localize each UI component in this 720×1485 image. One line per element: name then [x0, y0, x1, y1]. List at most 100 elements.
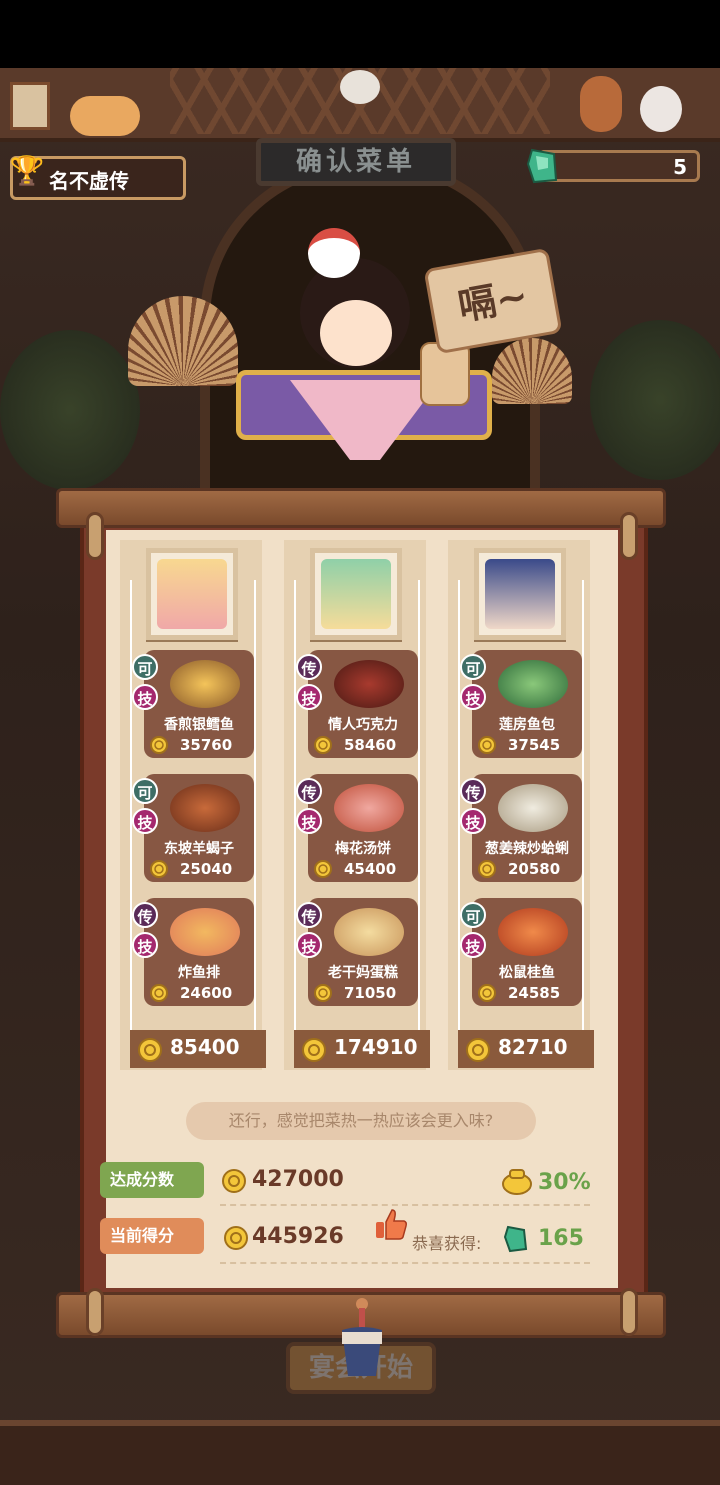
coin-icon	[478, 860, 496, 878]
dish-price: 25040	[180, 860, 233, 878]
chef-face	[320, 300, 392, 366]
column-total: 174910	[294, 1030, 430, 1068]
skill-badge: 技	[296, 808, 322, 834]
coin-icon	[314, 736, 332, 754]
rarity-badge: 传	[132, 902, 158, 928]
rarity-badge: 可	[460, 654, 486, 680]
dish-image	[498, 908, 568, 956]
hen-hat-icon	[308, 228, 360, 278]
gem-counter: 5	[538, 150, 700, 182]
rarity-badge: 可	[460, 902, 486, 928]
dish-card[interactable]: 情人巧克力 58460	[308, 650, 418, 758]
chef-column-2: 情人巧克力 58460 传 技 梅花汤饼 45400 传 技 老干妈蛋糕 710…	[284, 540, 430, 1070]
target-score-label: 达成分数	[100, 1162, 204, 1198]
scroll-knob	[620, 1288, 638, 1336]
target-score-value: 427000	[252, 1167, 344, 1192]
column-total: 82710	[458, 1030, 594, 1068]
coin-icon	[138, 1038, 162, 1062]
chef-column-3: 莲房鱼包 37545 可 技 葱姜辣炒蛤蜊 20580 传 技 松鼠桂鱼 245…	[448, 540, 594, 1070]
chef-column-1: 香煎银鳕鱼 35760 可 技 东坡羊蝎子 25040 可 技 炸鱼排 2460…	[120, 540, 266, 1070]
dish-name: 葱姜辣炒蛤蜊	[485, 841, 569, 857]
divider	[220, 1262, 590, 1265]
chef-avatar-icon	[157, 559, 227, 629]
jade-gem-icon	[526, 148, 558, 184]
dish-name: 香煎银鳕鱼	[164, 717, 234, 733]
column-total-value: 85400	[170, 1035, 240, 1059]
dish-price: 20580	[508, 860, 561, 878]
scroll-knob	[86, 512, 104, 560]
dish-price: 35760	[180, 736, 233, 754]
rarity-badge: 传	[296, 778, 322, 804]
chef-avatar-icon	[485, 559, 555, 629]
dish-name: 老干妈蛋糕	[328, 965, 398, 981]
current-score-value: 445926	[252, 1224, 344, 1249]
scroll-top-rod	[56, 488, 666, 528]
coin-icon	[466, 1038, 490, 1062]
dish-price: 58460	[344, 736, 397, 754]
chef-portrait[interactable]	[310, 548, 402, 640]
girl-mascot-icon	[580, 76, 622, 132]
dish-card[interactable]: 莲房鱼包 37545	[472, 650, 582, 758]
skill-badge: 技	[132, 932, 158, 958]
skill-badge: 技	[132, 684, 158, 710]
coin-icon	[150, 860, 168, 878]
dish-name: 松鼠桂鱼	[499, 965, 555, 981]
dish-card[interactable]: 香煎银鳕鱼 35760	[144, 650, 254, 758]
dish-price: 24585	[508, 984, 561, 1002]
dish-image	[498, 660, 568, 708]
skill-badge: 技	[132, 808, 158, 834]
gem-count: 5	[673, 155, 687, 179]
current-score-label: 当前得分	[100, 1218, 204, 1254]
dish-card[interactable]: 东坡羊蝎子 25040	[144, 774, 254, 882]
dish-card[interactable]: 葱姜辣炒蛤蜊 20580	[472, 774, 582, 882]
dish-image	[334, 660, 404, 708]
dish-image	[334, 784, 404, 832]
divider	[220, 1204, 590, 1207]
coin-icon	[314, 860, 332, 878]
skill-badge: 技	[460, 932, 486, 958]
title-badge[interactable]: 🏆 名不虚传	[10, 154, 186, 200]
dish-price: 24600	[180, 984, 233, 1002]
rarity-badge: 可	[132, 778, 158, 804]
chef-avatar-icon	[321, 559, 391, 629]
coin-icon	[302, 1038, 326, 1062]
scroll-knob	[86, 1288, 104, 1336]
rarity-badge: 传	[296, 654, 322, 680]
coin-icon	[478, 736, 496, 754]
coin-icon	[222, 1169, 246, 1193]
dish-price: 71050	[344, 984, 397, 1002]
coin-icon	[150, 984, 168, 1002]
plant-left	[0, 330, 140, 490]
column-total-value: 82710	[498, 1035, 568, 1059]
skill-badge: 技	[296, 684, 322, 710]
skill-badge: 技	[460, 808, 486, 834]
chef-portrait[interactable]	[474, 548, 566, 640]
dish-card[interactable]: 梅花汤饼 45400	[308, 774, 418, 882]
rarity-badge: 传	[460, 778, 486, 804]
tassel-ornament-icon	[342, 1298, 382, 1376]
chef-portrait[interactable]	[146, 548, 238, 640]
trophy-icon: 🏆	[9, 154, 45, 187]
dish-card[interactable]: 松鼠桂鱼 24585	[472, 898, 582, 1006]
rarity-badge: 传	[296, 902, 322, 928]
dish-name: 东坡羊蝎子	[164, 841, 234, 857]
skill-badge: 技	[460, 684, 486, 710]
dish-image	[170, 908, 240, 956]
plant-right	[590, 320, 720, 480]
thumbs-up-icon	[376, 1209, 407, 1240]
reward-label: 恭喜获得:	[412, 1234, 482, 1253]
column-total-value: 174910	[334, 1035, 418, 1059]
title-badge-label: 名不虚传	[49, 169, 129, 193]
dish-image	[170, 660, 240, 708]
dish-card[interactable]: 老干妈蛋糕 71050	[308, 898, 418, 1006]
bonus-pot-icon	[502, 1169, 532, 1195]
dish-name: 炸鱼排	[178, 965, 220, 981]
jade-gem-icon	[504, 1225, 528, 1253]
skill-badge: 技	[296, 932, 322, 958]
floor-edge	[0, 1420, 720, 1426]
scroll-knob	[620, 512, 638, 560]
confirm-menu-sign: 确认菜单	[256, 138, 456, 186]
dish-card[interactable]: 炸鱼排 24600	[144, 898, 254, 1006]
judge-comment: 还行，感觉把菜热一热应该会更入味?	[186, 1102, 536, 1140]
coin-icon	[224, 1226, 248, 1250]
